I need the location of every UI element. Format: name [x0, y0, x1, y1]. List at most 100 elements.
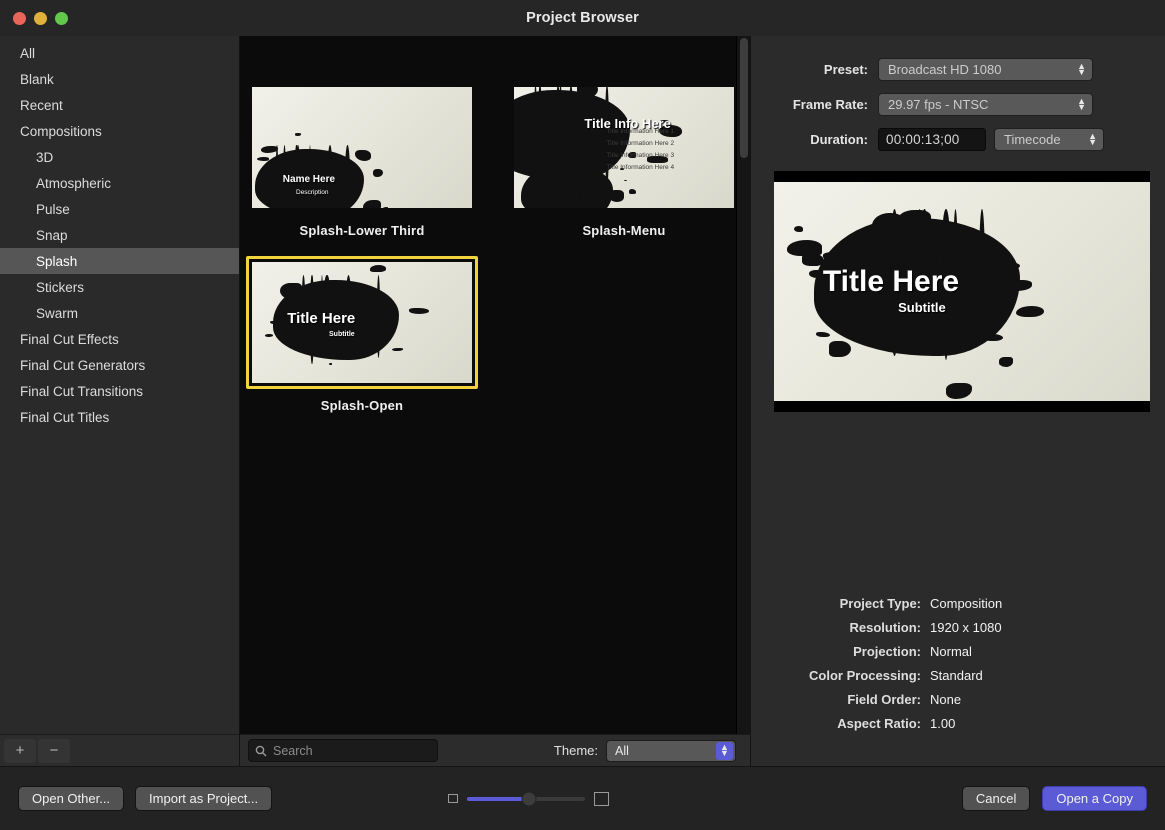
ink-blob	[360, 317, 367, 323]
sidebar-footer: + −	[0, 734, 239, 766]
sidebar-item-final-cut-titles[interactable]: Final Cut Titles	[0, 404, 239, 430]
thumb-overlay-title: Name Here	[283, 174, 335, 185]
ink-blob	[829, 341, 851, 358]
sidebar-item-final-cut-generators[interactable]: Final Cut Generators	[0, 352, 239, 378]
preset-dropdown[interactable]: Broadcast HD 1080 ▲▼	[878, 58, 1093, 81]
add-folder-button[interactable]: +	[4, 739, 36, 763]
chevron-updown-icon: ▲▼	[716, 742, 733, 760]
sidebar-item-blank[interactable]: Blank	[0, 66, 239, 92]
sidebar-item-3d[interactable]: 3D	[0, 144, 239, 170]
ink-blob	[1016, 306, 1043, 318]
window-titlebar: Project Browser	[0, 0, 1165, 36]
ink-blob	[409, 308, 429, 314]
preset-row: Preset: Broadcast HD 1080 ▲▼	[773, 58, 1143, 81]
grid-scroll-area: Name HereDescription Splash-Lower Third Ti…	[240, 36, 750, 734]
thumbnail-size-slider-group	[448, 792, 609, 806]
info-value: 1920 x 1080	[930, 620, 1002, 635]
slider-thumb[interactable]	[521, 791, 536, 806]
project-thumbnail-frame[interactable]: Title HereSubtitle	[246, 256, 478, 389]
info-label: Field Order:	[773, 692, 921, 707]
ink-splatter	[521, 164, 613, 208]
sidebar-item-label: Final Cut Transitions	[20, 384, 143, 399]
ink-blob	[370, 265, 385, 272]
search-placeholder: Search	[273, 744, 313, 758]
ink-blob	[363, 200, 381, 208]
info-value: 1.00	[930, 716, 955, 731]
ink-streak	[324, 275, 329, 312]
sidebar-item-label: Pulse	[36, 202, 70, 217]
sidebar-item-label: Atmospheric	[36, 176, 111, 191]
small-thumbnail-icon[interactable]	[448, 794, 458, 803]
grid-scrollbar[interactable]	[736, 36, 750, 734]
ink-blob	[816, 332, 830, 337]
ink-blob	[280, 283, 302, 300]
project-item-label: Splash-Menu	[508, 223, 740, 238]
chevron-updown-icon: ▲▼	[1077, 64, 1086, 75]
sidebar-item-pulse[interactable]: Pulse	[0, 196, 239, 222]
project-preview: Title HereSubtitle	[774, 171, 1150, 412]
ink-blob	[946, 383, 972, 399]
project-thumbnail-frame[interactable]: Name HereDescription	[246, 81, 478, 214]
sidebar-item-recent[interactable]: Recent	[0, 92, 239, 118]
grid-scrollbar-thumb[interactable]	[740, 38, 748, 158]
project-item[interactable]: Title Info HereTitle Information Here 1T…	[508, 81, 740, 238]
sidebar-item-swarm[interactable]: Swarm	[0, 300, 239, 326]
open-other-button[interactable]: Open Other...	[18, 786, 124, 811]
sidebar-item-label: Swarm	[36, 306, 78, 321]
window-title: Project Browser	[0, 10, 1165, 26]
sidebar-item-label: Recent	[20, 98, 63, 113]
duration-label: Duration:	[773, 132, 868, 147]
project-thumbnail: Title Info HereTitle Information Here 1T…	[514, 87, 734, 208]
ink-blob	[329, 363, 332, 365]
ink-blob	[265, 334, 272, 337]
info-row: Projection:Normal	[773, 644, 1143, 659]
search-input[interactable]: Search	[248, 739, 438, 762]
large-thumbnail-icon[interactable]	[594, 792, 609, 806]
theme-dropdown[interactable]: All ▲▼	[606, 740, 736, 762]
project-thumbnail-frame[interactable]: Title Info HereTitle Information Here 1T…	[508, 81, 740, 214]
dialog-bottom-bar: Open Other... Import as Project... Cance…	[0, 766, 1165, 830]
ink-blob	[802, 253, 824, 266]
sidebar-item-snap[interactable]: Snap	[0, 222, 239, 248]
sidebar-item-atmospheric[interactable]: Atmospheric	[0, 170, 239, 196]
frame-rate-dropdown[interactable]: 29.97 fps - NTSC ▲▼	[878, 93, 1093, 116]
ink-blob	[999, 357, 1013, 367]
sidebar-list: AllBlank Recent Compositions3D Atmospheric P…	[0, 36, 239, 734]
import-as-project-button[interactable]: Import as Project...	[135, 786, 272, 811]
project-item[interactable]: Title HereSubtitle Splash-Open	[246, 256, 478, 413]
info-row: Aspect Ratio: 1.00	[773, 716, 1143, 731]
project-info-list: Project Type:CompositionResolution:1920 …	[773, 596, 1143, 766]
duration-field[interactable]: 00:00:13;00	[878, 128, 986, 151]
sidebar-item-label: Final Cut Generators	[20, 358, 145, 373]
timecode-dropdown[interactable]: Timecode ▲▼	[994, 128, 1104, 151]
preview-artwork: Title HereSubtitle	[774, 182, 1150, 401]
info-label: Projection:	[773, 644, 921, 659]
project-item[interactable]: Name HereDescription Splash-Lower Third	[246, 81, 478, 238]
open-a-copy-button[interactable]: Open a Copy	[1042, 786, 1147, 811]
dialog-actions: Cancel Open a Copy	[962, 786, 1147, 811]
sidebar-item-all[interactable]: All	[0, 40, 239, 66]
project-browser-window: Project Browser AllBlank Recent Compositio…	[0, 0, 1165, 830]
sidebar-item-splash[interactable]: Splash	[0, 248, 239, 274]
ink-blob	[629, 189, 636, 194]
sidebar-item-final-cut-effects[interactable]: Final Cut Effects	[0, 326, 239, 352]
thumbnail-size-slider[interactable]	[467, 797, 585, 801]
sidebar-item-label: Snap	[36, 228, 68, 243]
preset-value: Broadcast HD 1080	[888, 62, 1001, 77]
ink-blob	[308, 205, 324, 208]
project-item-label: Splash-Open	[246, 398, 478, 413]
ink-streak	[979, 209, 985, 334]
project-item-label: Splash-Lower Third	[246, 223, 478, 238]
info-label: Aspect Ratio:	[773, 716, 921, 731]
chevron-updown-icon: ▲▼	[1088, 134, 1097, 145]
ink-blob	[624, 180, 627, 181]
remove-folder-button[interactable]: −	[38, 739, 70, 763]
sidebar-item-label: Final Cut Effects	[20, 332, 119, 347]
project-thumbnail: Name HereDescription	[252, 87, 472, 208]
sidebar-item-stickers[interactable]: Stickers	[0, 274, 239, 300]
sidebar-item-final-cut-transitions[interactable]: Final Cut Transitions	[0, 378, 239, 404]
sidebar-item-compositions[interactable]: Compositions	[0, 118, 239, 144]
frame-rate-row: Frame Rate: 29.97 fps - NTSC ▲▼	[773, 93, 1143, 116]
thumb-overlay-line-4: Title Information Here 4	[606, 164, 674, 171]
cancel-button[interactable]: Cancel	[962, 786, 1030, 811]
